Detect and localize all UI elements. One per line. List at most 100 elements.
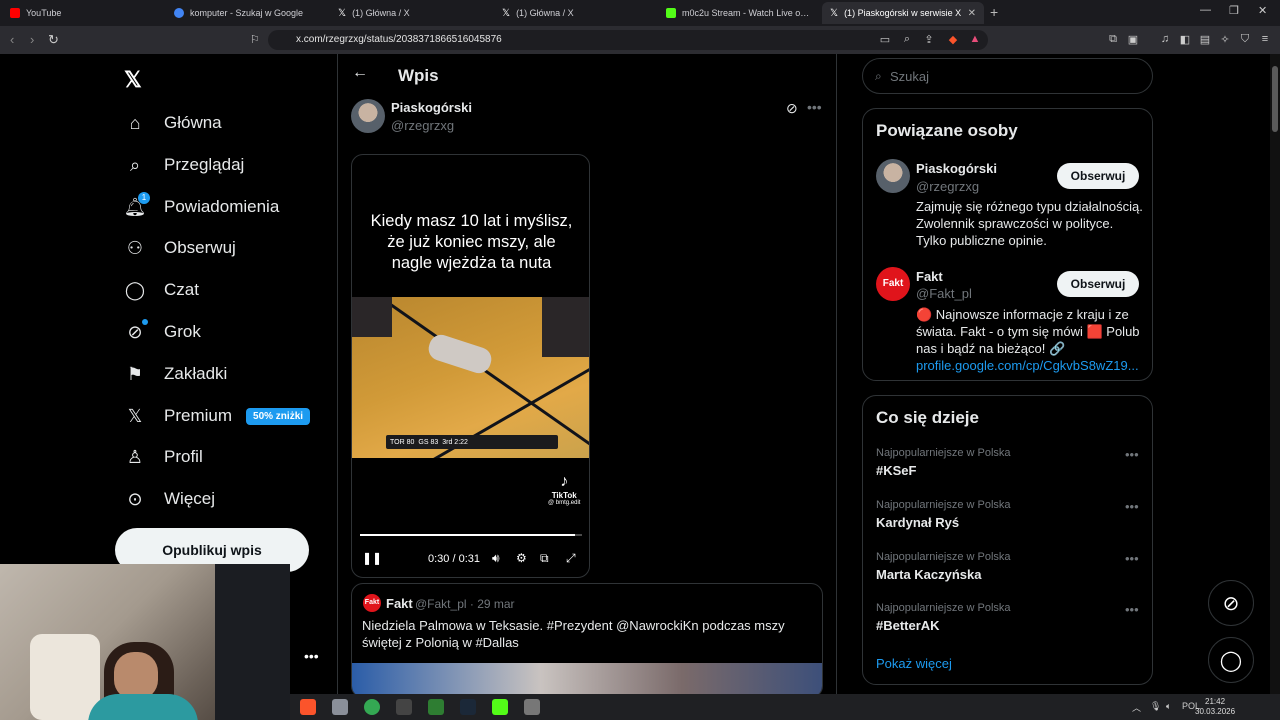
related-bio-link[interactable]: profile.google.com/cp/CgkvbS8wZ19... — [916, 357, 1144, 374]
restore-icon[interactable]: ❐ — [1229, 4, 1239, 17]
share-icon[interactable]: ⇪ — [922, 33, 936, 47]
chat-icon: ◯ — [124, 279, 146, 300]
brave-shield-icon[interactable]: ◆ — [946, 33, 960, 47]
video-progress-bar[interactable] — [360, 534, 582, 536]
follow-button[interactable]: Obserwuj — [1057, 163, 1139, 189]
forward-icon[interactable]: › — [30, 32, 34, 47]
nav-premium[interactable]: 𝕏 Premium 50% zniżki — [124, 401, 311, 431]
nav-notifications[interactable]: 🔔︎ 1 Powiadomienia — [124, 192, 279, 222]
tab-x-home[interactable]: 𝕏 (1) Główna / X — [330, 2, 490, 24]
pause-icon[interactable]: ❚❚ — [362, 551, 382, 565]
kick-icon[interactable] — [492, 699, 508, 715]
fullscreen-icon[interactable]: ⤢ — [566, 551, 576, 566]
files-icon[interactable] — [332, 699, 348, 715]
microphone-icon[interactable]: 🎙︎ — [1150, 701, 1161, 712]
tab-x-home-2[interactable]: 𝕏 (1) Główna / X — [494, 2, 654, 24]
music-icon[interactable]: ♫ — [1158, 33, 1172, 47]
close-tab-icon[interactable]: ✕ — [968, 8, 976, 19]
more-options-icon[interactable]: ••• — [807, 99, 822, 115]
quoted-media[interactable] — [352, 663, 822, 697]
extensions-icon[interactable]: ⧉ — [1106, 33, 1120, 47]
search-box[interactable]: ⌕ Szukaj — [862, 58, 1153, 94]
tab-google[interactable]: komputer - Szukaj w Google — [166, 2, 326, 24]
new-tab-button[interactable]: + — [990, 4, 998, 20]
related-name[interactable]: Fakt — [916, 269, 943, 284]
nav-grok[interactable]: ⊘ Grok — [124, 317, 201, 347]
avatar[interactable] — [351, 99, 385, 133]
author-handle[interactable]: @rzegrzxg — [391, 118, 454, 133]
zoom-icon[interactable]: ⌕ — [900, 33, 914, 47]
speaker-icon[interactable]: 🔈︎ — [1166, 701, 1171, 712]
messages-fab-icon[interactable]: ◯ — [1208, 637, 1254, 683]
close-window-icon[interactable]: ✕ — [1258, 4, 1267, 17]
nav-bookmarks[interactable]: ⚑ Zakładki — [124, 359, 227, 389]
settings-icon[interactable]: ⚙ — [516, 551, 527, 565]
search-placeholder: Szukaj — [890, 69, 930, 84]
nav-home[interactable]: ⌂ Główna — [124, 108, 222, 138]
related-name[interactable]: Piaskogórski — [916, 161, 997, 176]
vpn-icon[interactable]: ⛉ — [1238, 33, 1252, 47]
minimize-icon[interactable]: — — [1200, 4, 1211, 16]
trend-name[interactable]: Marta Kaczyńska — [876, 567, 982, 582]
pip-icon[interactable]: ⧉ — [540, 551, 549, 566]
sidebar-toggle-icon[interactable]: ◧ — [1178, 33, 1192, 47]
chrome-icon[interactable] — [364, 699, 380, 715]
tab-kick[interactable]: m0c2u Stream - Watch Live on K — [658, 2, 818, 24]
back-arrow-icon[interactable]: ← — [352, 64, 368, 82]
follow-button[interactable]: Obserwuj — [1057, 271, 1139, 297]
trend-more-icon[interactable]: ••• — [1125, 447, 1139, 462]
trend-more-icon[interactable]: ••• — [1125, 499, 1139, 514]
nav-chat[interactable]: ◯ Czat — [124, 275, 199, 305]
trend-meta: Najpopularniejsze w Polska — [876, 447, 1011, 459]
grok-explain-icon[interactable]: ⊘ — [786, 100, 798, 117]
video-player[interactable]: Kiedy masz 10 lat i myślisz, że już koni… — [351, 154, 590, 578]
brave-icon[interactable] — [300, 699, 316, 715]
quoted-post[interactable]: Fakt Fakt @Fakt_pl · 29 mar Niedziela Pa… — [351, 583, 823, 698]
nav-profile[interactable]: ♙ Profil — [124, 442, 203, 472]
x-logo-icon[interactable]: 𝕏 — [124, 67, 142, 93]
menu-icon[interactable]: ≡ — [1258, 33, 1272, 47]
nav-explore[interactable]: ⌕ Przeglądaj — [124, 150, 244, 180]
tab-youtube[interactable]: YouTube — [2, 2, 162, 24]
screenshot-icon[interactable]: ▣ — [1126, 33, 1140, 47]
steam-icon[interactable] — [460, 699, 476, 715]
webcam-face — [114, 652, 158, 700]
column-divider — [836, 54, 837, 694]
nav-more[interactable]: ⊙ Więcej — [124, 484, 215, 514]
app-icon[interactable] — [524, 699, 540, 715]
wallet-icon[interactable]: ▤ — [1198, 33, 1212, 47]
google-icon — [174, 8, 184, 18]
app-icon[interactable] — [428, 699, 444, 715]
obs-icon[interactable] — [396, 699, 412, 715]
author-name[interactable]: Piaskogórski — [391, 100, 472, 115]
trend-name[interactable]: Kardynał Ryś — [876, 515, 959, 530]
trend-name[interactable]: #BetterAK — [876, 618, 940, 633]
grok-fab-icon[interactable]: ⊘ — [1208, 580, 1254, 626]
brave-rewards-icon[interactable]: ▲ — [968, 33, 982, 47]
quoted-author-handle: @Fakt_pl · 29 mar — [415, 597, 515, 611]
cast-icon[interactable]: ▭ — [878, 33, 892, 47]
tiktok-icon: ♪ — [560, 473, 569, 490]
page-scrollbar[interactable] — [1270, 54, 1280, 694]
volume-icon[interactable]: 🔊︎ — [492, 551, 500, 566]
fakt-avatar[interactable]: Fakt — [876, 267, 910, 301]
youtube-icon — [10, 8, 20, 18]
reload-icon[interactable]: ↻ — [48, 32, 59, 48]
bell-icon: 🔔︎ 1 — [124, 192, 150, 218]
show-more-link[interactable]: Pokaż więcej — [876, 656, 952, 671]
clock[interactable]: 21:42 30.03.2026 — [1195, 697, 1235, 717]
trend-more-icon[interactable]: ••• — [1125, 602, 1139, 617]
tab-title: (1) Piaskogórski w serwisie X — [844, 8, 962, 18]
nav-follow[interactable]: ⚇ Obserwuj — [124, 233, 236, 263]
back-icon[interactable]: ‹ — [10, 32, 14, 47]
account-more-icon[interactable]: ••• — [304, 648, 319, 664]
scrollbar-thumb[interactable] — [1272, 66, 1278, 132]
avatar[interactable] — [876, 159, 910, 193]
leo-icon[interactable]: ✧ — [1218, 33, 1232, 47]
tray-chevron-icon[interactable]: ︿ — [1132, 701, 1141, 714]
trend-name[interactable]: #KSeF — [876, 463, 916, 478]
bookmark-icon: ⚑ — [126, 363, 144, 384]
bookmark-page-icon[interactable]: ⚐ — [250, 33, 260, 46]
tab-active-post[interactable]: 𝕏 (1) Piaskogórski w serwisie X ✕ — [822, 2, 984, 24]
trend-more-icon[interactable]: ••• — [1125, 551, 1139, 566]
